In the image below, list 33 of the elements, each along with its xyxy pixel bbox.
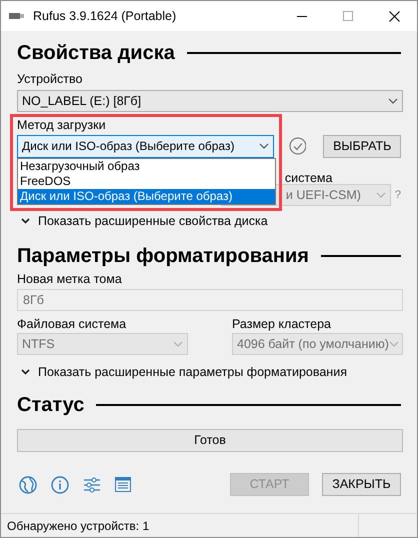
close-icon bbox=[388, 10, 400, 22]
check-circle-icon[interactable] bbox=[288, 137, 306, 155]
expand-toggle[interactable]: Показать расширенные параметры форматирования bbox=[17, 364, 401, 380]
chevron-down-icon bbox=[21, 369, 30, 375]
chevron-down-icon bbox=[258, 143, 269, 149]
section-heading: Параметры форматирования bbox=[17, 244, 309, 268]
expand-toggle[interactable]: Показать расширенные свойства диска bbox=[17, 213, 401, 229]
usb-drive-icon bbox=[9, 11, 25, 21]
chevron-down-icon bbox=[376, 192, 386, 198]
dropdown-option[interactable]: Диск или ISO-образ (Выберите образ) bbox=[18, 189, 275, 204]
settings-icon[interactable] bbox=[84, 476, 100, 492]
field-label: Размер кластера bbox=[232, 317, 331, 332]
section-heading: Свойства диска bbox=[17, 41, 175, 65]
field-label: Файловая система bbox=[17, 317, 126, 332]
log-icon[interactable] bbox=[115, 477, 131, 492]
close-app-button[interactable]: ЗАКРЫТЬ bbox=[322, 473, 401, 496]
section-heading: Статус bbox=[17, 393, 84, 417]
dropdown-option[interactable]: Незагрузочный образ bbox=[18, 159, 275, 174]
status-text: Обнаружено устройств: 1 bbox=[6, 518, 150, 534]
select-image-button[interactable]: ВЫБРАТЬ bbox=[323, 134, 401, 158]
field-label: Метод загрузки bbox=[17, 118, 106, 133]
window-title: Rufus 3.9.1624 (Portable) bbox=[33, 8, 178, 25]
chevron-down-icon bbox=[21, 218, 30, 224]
boot-method-select[interactable]: Диск или ISO-образ (Выберите образ) bbox=[17, 134, 274, 158]
info-icon[interactable] bbox=[51, 476, 69, 494]
chevron-down-icon bbox=[388, 98, 398, 104]
field-label: Устройство bbox=[17, 72, 82, 87]
chevron-down-icon bbox=[388, 341, 399, 347]
field-label: система bbox=[284, 172, 332, 184]
device-select[interactable]: NO_LABEL (E:) [8Гб] bbox=[17, 90, 403, 112]
field-label: Новая метка тома bbox=[17, 272, 122, 287]
globe-icon[interactable] bbox=[19, 476, 37, 494]
chevron-down-icon bbox=[173, 341, 183, 347]
